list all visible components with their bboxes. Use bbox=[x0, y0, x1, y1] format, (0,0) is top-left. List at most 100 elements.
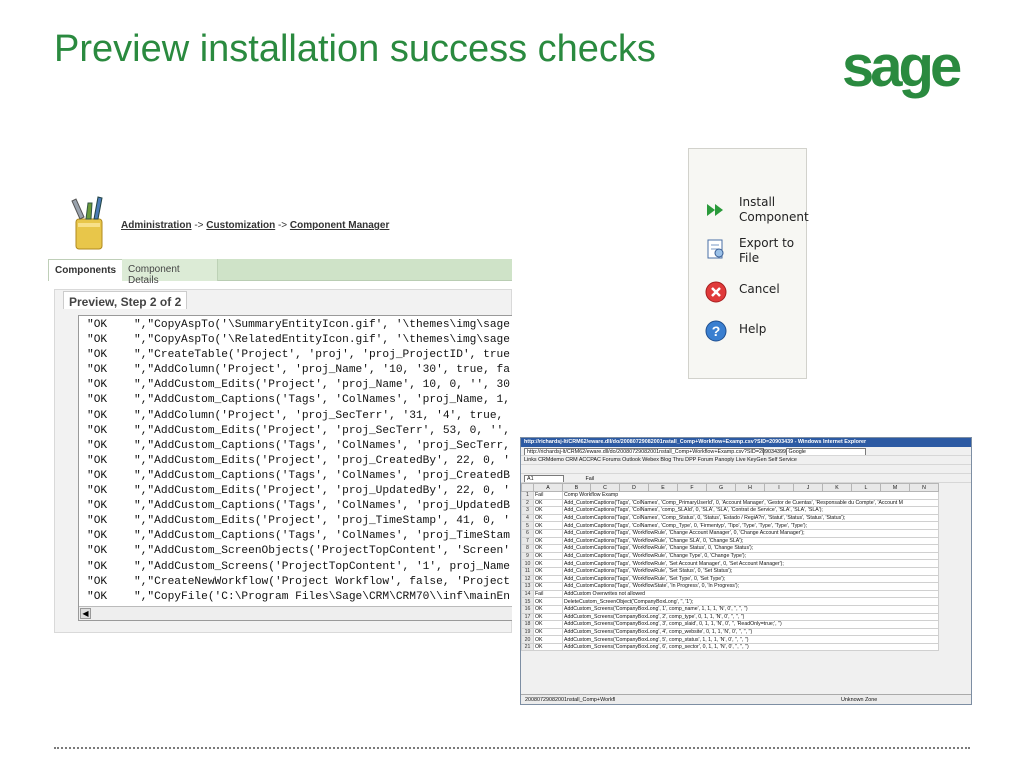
scroll-left-icon[interactable]: ◀ bbox=[80, 608, 91, 619]
row-number[interactable]: 3 bbox=[521, 506, 534, 515]
step-label: Preview, Step 2 of 2 bbox=[63, 291, 188, 309]
cell-command[interactable]: AddCustom_Screens('CompanyBoxLong', 5', … bbox=[562, 635, 939, 644]
cell-status[interactable]: OK bbox=[533, 620, 563, 629]
cell-command[interactable]: Add_CustomCaptions('Tags', 'ColNames', '… bbox=[562, 506, 939, 515]
row-number[interactable]: 9 bbox=[521, 551, 534, 561]
column-header[interactable]: A bbox=[533, 483, 563, 492]
cell-status[interactable]: Fail bbox=[533, 589, 563, 599]
breadcrumb-administration[interactable]: Administration bbox=[121, 220, 192, 231]
cell-status[interactable]: Fail bbox=[533, 491, 563, 500]
cell-status[interactable]: OK bbox=[533, 597, 563, 606]
address-bar[interactable]: http://richardsj-lt/CRM62/eware.dll/do/2… bbox=[524, 448, 792, 455]
log-line: "OK ","AddColumn('Project', 'proj_Name',… bbox=[87, 364, 510, 377]
cell-status[interactable]: OK bbox=[533, 574, 563, 584]
row-number[interactable]: 18 bbox=[521, 620, 534, 629]
row-number[interactable]: 4 bbox=[521, 513, 534, 523]
cell-command[interactable]: Add_CustomCaptions('Tags', 'ColNames', '… bbox=[562, 521, 939, 530]
cell-command[interactable]: Add_CustomCaptions('Tags', 'WorkflowRule… bbox=[562, 528, 939, 538]
cell-command[interactable]: Add_CustomCaptions('Tags', 'WorkflowStat… bbox=[562, 582, 939, 591]
corner-cell[interactable] bbox=[521, 483, 534, 492]
cell-command[interactable]: Add_CustomCaptions('Tags', 'WorkflowRule… bbox=[562, 559, 939, 568]
row-number[interactable]: 7 bbox=[521, 536, 534, 546]
tab-components[interactable]: Components bbox=[48, 259, 124, 281]
row-number[interactable]: 19 bbox=[521, 627, 534, 637]
column-header[interactable]: D bbox=[619, 483, 649, 492]
column-header[interactable]: F bbox=[677, 483, 707, 492]
cell-status[interactable]: OK bbox=[533, 635, 563, 644]
tab-component-details[interactable]: Component Details bbox=[122, 259, 218, 286]
column-header[interactable]: G bbox=[706, 483, 736, 492]
row-number[interactable]: 2 bbox=[521, 498, 534, 508]
spreadsheet-grid[interactable]: A B C D E F G H I J K L M N 1 Fail Comp Workflow Examp 2 O… bbox=[521, 483, 939, 652]
cell-status[interactable]: OK bbox=[533, 536, 563, 546]
cell-command[interactable]: Add_CustomCaptions('Tags', 'WorkflowRule… bbox=[562, 544, 939, 553]
cell-command[interactable]: Add_CustomCaptions('Tags', 'WorkflowRule… bbox=[562, 574, 939, 584]
cell-status[interactable]: OK bbox=[533, 604, 563, 614]
column-header[interactable]: C bbox=[590, 483, 620, 492]
breadcrumb-customization[interactable]: Customization bbox=[206, 220, 275, 231]
horizontal-scrollbar[interactable]: ◀ bbox=[79, 606, 512, 620]
search-box[interactable]: Google bbox=[785, 448, 866, 455]
cell-command[interactable]: Add_CustomCaptions('Tags', 'ColNames', '… bbox=[562, 498, 939, 508]
column-header[interactable]: L bbox=[851, 483, 881, 492]
row-number[interactable]: 10 bbox=[521, 559, 534, 568]
row-number[interactable]: 8 bbox=[521, 544, 534, 553]
cell-command[interactable]: AddCustom_Screens('CompanyBoxLong', 3', … bbox=[562, 620, 939, 629]
install-log[interactable]: "OK ","CopyAspTo('\SummaryEntityIcon.gif… bbox=[78, 315, 512, 621]
cell-command[interactable]: AddCustom_Screens('CompanyBoxLong', 4', … bbox=[562, 627, 939, 637]
column-header[interactable]: I bbox=[764, 483, 794, 492]
cell-command[interactable]: Comp Workflow Examp bbox=[562, 491, 939, 500]
address-bar-row: http://richardsj-lt/CRM62/eware.dll/do/2… bbox=[521, 447, 971, 456]
cell-status[interactable]: OK bbox=[533, 544, 563, 553]
cell-status[interactable]: OK bbox=[533, 513, 563, 523]
cell-command[interactable]: Add_CustomCaptions('Tags', 'WorkflowRule… bbox=[562, 566, 939, 576]
row-number[interactable]: 20 bbox=[521, 635, 534, 644]
column-header[interactable]: B bbox=[562, 483, 591, 492]
cell-reference[interactable]: A1 bbox=[524, 475, 564, 482]
cell-status[interactable]: OK bbox=[533, 559, 563, 568]
breadcrumb-component-manager[interactable]: Component Manager bbox=[290, 220, 389, 231]
row-number[interactable]: 21 bbox=[521, 642, 534, 652]
row-number[interactable]: 16 bbox=[521, 604, 534, 614]
cell-status[interactable]: OK bbox=[533, 528, 563, 538]
row-number[interactable]: 13 bbox=[521, 582, 534, 591]
cell-command[interactable]: Add_CustomCaptions('Tags', 'ColNames', '… bbox=[562, 513, 939, 523]
cell-status[interactable]: OK bbox=[533, 498, 563, 508]
cell-status[interactable]: OK bbox=[533, 521, 563, 530]
row-number[interactable]: 1 bbox=[521, 491, 534, 500]
cell-command[interactable]: AddCustom_Screens('CompanyBoxLong', 6', … bbox=[562, 642, 939, 652]
cell-command[interactable]: Add_CustomCaptions('Tags', 'WorkflowRule… bbox=[562, 536, 939, 546]
cell-status[interactable]: OK bbox=[533, 551, 563, 561]
column-header[interactable]: K bbox=[822, 483, 852, 492]
column-header[interactable]: M bbox=[880, 483, 910, 492]
cell-status[interactable]: OK bbox=[533, 582, 563, 591]
formula-value[interactable]: Fail bbox=[586, 476, 595, 482]
links-bar[interactable]: Links CRMdemo CRM ACCPAC Forums Outlook … bbox=[521, 456, 971, 465]
table-row: 18 OK AddCustom_Screens('CompanyBoxLong', … bbox=[521, 620, 939, 629]
row-number[interactable]: 12 bbox=[521, 574, 534, 584]
row-number[interactable]: 6 bbox=[521, 528, 534, 538]
status-zone: Unknown Zone bbox=[841, 697, 878, 703]
row-number[interactable]: 17 bbox=[521, 612, 534, 622]
row-number[interactable]: 15 bbox=[521, 597, 534, 606]
cell-command[interactable]: AddCustom Overwrites not allowed bbox=[562, 589, 939, 599]
column-header[interactable]: H bbox=[735, 483, 765, 492]
cell-command[interactable]: DeleteCustom_ScreenObject('CompanyBoxLon… bbox=[562, 597, 939, 606]
column-header[interactable]: E bbox=[648, 483, 678, 492]
row-number[interactable]: 5 bbox=[521, 521, 534, 530]
row-number[interactable]: 11 bbox=[521, 566, 534, 576]
sheet-tab[interactable]: 20080729082001nstall_Comp+Workfl bbox=[525, 697, 615, 703]
cell-status[interactable]: OK bbox=[533, 506, 563, 515]
log-line: "OK ","AddCustom_Captions('Tags', 'ColNa… bbox=[87, 394, 510, 407]
cell-command[interactable]: AddCustom_Screens('CompanyBoxLong', 2', … bbox=[562, 612, 939, 622]
cell-command[interactable]: Add_CustomCaptions('Tags', 'WorkflowRule… bbox=[562, 551, 939, 561]
column-header[interactable]: N bbox=[909, 483, 939, 492]
cell-status[interactable]: OK bbox=[533, 612, 563, 622]
cell-status[interactable]: OK bbox=[533, 642, 563, 652]
row-number[interactable]: 14 bbox=[521, 589, 534, 599]
cell-status[interactable]: OK bbox=[533, 627, 563, 637]
cell-status[interactable]: OK bbox=[533, 566, 563, 576]
column-header[interactable]: J bbox=[793, 483, 823, 492]
cell-command[interactable]: AddCustom_Screens('CompanyBoxLong', 1', … bbox=[562, 604, 939, 614]
window-title: http://richardsj-lt/CRM62/eware.dll/do/2… bbox=[521, 438, 971, 447]
